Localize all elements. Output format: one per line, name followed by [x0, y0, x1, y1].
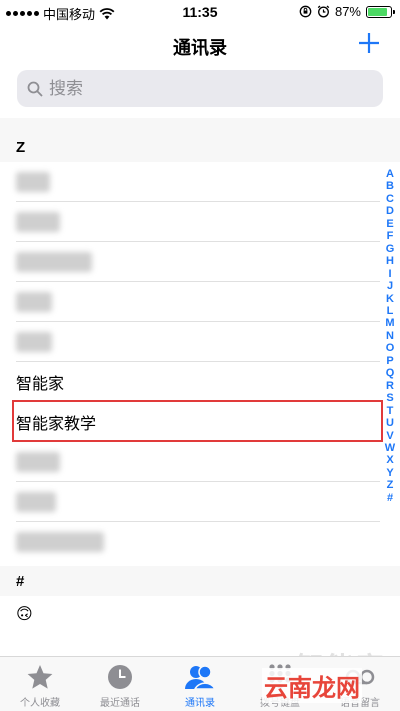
alarm-icon: [317, 5, 330, 18]
tab-contacts[interactable]: 通讯录: [160, 657, 240, 711]
tab-favorites[interactable]: 个人收藏: [0, 657, 80, 711]
index-letter[interactable]: C: [386, 193, 394, 205]
index-letter[interactable]: S: [386, 392, 393, 404]
redacted-name: [16, 452, 60, 472]
index-letter[interactable]: I: [388, 268, 391, 280]
contacts-icon: [185, 665, 216, 690]
contact-row[interactable]: [0, 482, 380, 522]
contact-emoji: 🙃: [16, 606, 33, 623]
redacted-name: [16, 252, 92, 272]
index-letter[interactable]: P: [386, 355, 393, 367]
contact-row[interactable]: [0, 282, 380, 322]
battery-percent: 87%: [334, 4, 361, 19]
index-letter[interactable]: H: [386, 255, 394, 267]
status-bar: 中国移动 11:35 87%: [0, 0, 400, 24]
redacted-name: [16, 532, 104, 552]
contact-row[interactable]: [0, 442, 380, 482]
redacted-name: [16, 212, 60, 232]
contact-name: 智能家: [16, 376, 65, 393]
battery-icon: [366, 5, 395, 18]
tab-recents[interactable]: 最近通话: [80, 657, 160, 711]
index-letter[interactable]: U: [386, 417, 394, 429]
section-header-hash: #: [0, 566, 400, 596]
search-icon: [27, 81, 43, 97]
index-letter[interactable]: F: [387, 230, 394, 242]
section-header-z: Z: [0, 132, 400, 162]
alphabet-index[interactable]: A B C D E F G H I J K L M N O P Q R S T U V W X Y Z #: [383, 168, 397, 504]
index-letter[interactable]: K: [386, 293, 394, 305]
redacted-name: [16, 172, 50, 192]
add-contact-button[interactable]: [356, 28, 382, 58]
index-letter[interactable]: Y: [386, 467, 393, 479]
contact-row[interactable]: 🙃: [0, 594, 380, 634]
redacted-name: [16, 492, 56, 512]
plus-icon: [359, 33, 379, 53]
index-letter[interactable]: Q: [386, 367, 395, 379]
index-letter[interactable]: J: [387, 280, 393, 292]
tab-label: 最近通话: [100, 698, 140, 709]
tab-label: 个人收藏: [20, 698, 60, 709]
index-letter[interactable]: #: [387, 492, 393, 504]
redacted-name: [16, 332, 52, 352]
index-letter[interactable]: E: [386, 218, 393, 230]
section-header-partial: [0, 118, 400, 132]
contact-row[interactable]: [0, 522, 380, 562]
index-letter[interactable]: X: [386, 454, 393, 466]
index-letter[interactable]: M: [385, 317, 394, 329]
index-letter[interactable]: D: [386, 205, 394, 217]
clock-icon: [108, 665, 132, 689]
contact-name: 智能家教学: [16, 416, 97, 433]
redacted-name: [16, 292, 52, 312]
nav-bar: 通讯录: [0, 26, 400, 66]
index-letter[interactable]: L: [387, 305, 394, 317]
index-letter[interactable]: A: [386, 168, 394, 180]
index-letter[interactable]: R: [386, 380, 394, 392]
orientation-lock-icon: [299, 5, 312, 18]
contact-row[interactable]: [0, 162, 380, 202]
contact-row[interactable]: [0, 242, 380, 282]
index-letter[interactable]: W: [385, 442, 395, 454]
star-icon: [27, 665, 53, 689]
index-letter[interactable]: O: [386, 342, 395, 354]
index-letter[interactable]: Z: [387, 479, 394, 491]
search-input[interactable]: [49, 78, 349, 99]
index-letter[interactable]: B: [386, 180, 394, 192]
index-letter[interactable]: G: [386, 243, 395, 255]
search-bar[interactable]: [17, 70, 383, 107]
index-letter[interactable]: N: [386, 330, 394, 342]
contact-row-selected[interactable]: 智能家教学: [0, 402, 380, 442]
watermark-brand: 云南龙网: [262, 668, 362, 703]
index-letter[interactable]: V: [386, 430, 393, 442]
tab-label: 通讯录: [185, 698, 215, 709]
contact-row[interactable]: [0, 202, 380, 242]
index-letter[interactable]: T: [387, 405, 394, 417]
contact-row[interactable]: 智能家: [0, 362, 380, 402]
contact-row[interactable]: [0, 322, 380, 362]
page-title: 通讯录: [173, 38, 227, 58]
status-right: 87%: [299, 4, 395, 19]
